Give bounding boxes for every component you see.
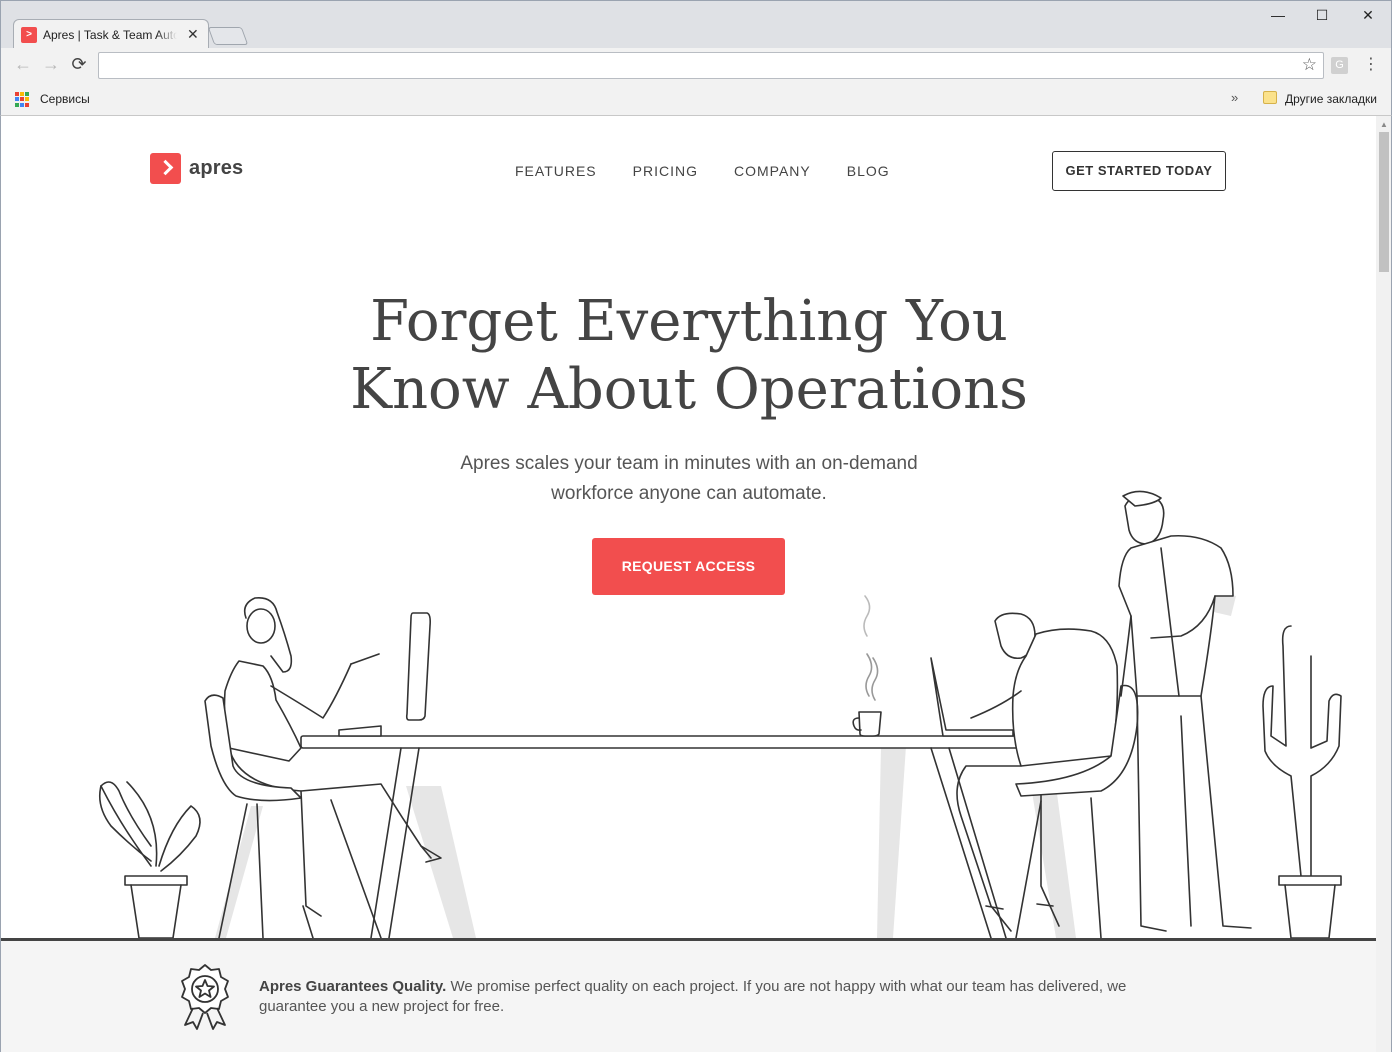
bookmarks-overflow-icon[interactable]: »: [1231, 90, 1238, 105]
address-bar[interactable]: ☆: [98, 52, 1324, 79]
page-scrollbar[interactable]: ▲: [1376, 116, 1392, 1052]
folder-icon: [1263, 91, 1277, 104]
bookmark-star-icon[interactable]: ☆: [1302, 55, 1317, 75]
browser-toolbar: ← → ⟳ ☆ G ⋮: [0, 48, 1392, 84]
site-logo[interactable]: apres: [150, 153, 243, 184]
browser-menu-icon[interactable]: ⋮: [1363, 54, 1379, 74]
quality-badge-icon: [181, 964, 229, 1030]
apps-grid-icon[interactable]: [15, 92, 30, 107]
nav-blog[interactable]: BLOG: [847, 163, 890, 179]
browser-titlebar: > Apres | Task & Team Automation ✕ — ☐ ✕: [0, 0, 1392, 49]
browser-tab-content[interactable]: > Apres | Task & Team Automation ✕: [21, 26, 201, 43]
nav-pricing[interactable]: PRICING: [633, 163, 698, 179]
scroll-thumb[interactable]: [1379, 132, 1389, 272]
minimize-icon[interactable]: —: [1255, 7, 1301, 23]
main-nav: FEATURES PRICING COMPANY BLOG: [515, 163, 890, 179]
apres-favicon-icon: >: [21, 26, 37, 43]
laptop-icon: [930, 657, 1014, 737]
apres-logo-icon: [150, 153, 181, 184]
hero-title: Forget Everything You Know About Operati…: [1, 288, 1376, 424]
hero-subtitle-line1: Apres scales your team in minutes with a…: [460, 453, 918, 474]
seated-man-figure: [956, 612, 1139, 939]
other-bookmarks[interactable]: Другие закладки: [1285, 92, 1377, 106]
window-close-icon[interactable]: ✕: [1345, 7, 1391, 24]
hero-title-line2: Know About Operations: [350, 357, 1028, 422]
potted-plant-icon: [98, 781, 201, 939]
back-arrow-icon[interactable]: ←: [11, 54, 35, 75]
reload-icon[interactable]: ⟳: [67, 54, 91, 75]
apps-bookmark[interactable]: Сервисы: [40, 92, 90, 106]
bookmarks-bar: Сервисы » Другие закладки: [0, 84, 1392, 116]
guarantee-title: Apres Guarantees Quality.: [259, 978, 447, 995]
office-illustration: [1, 490, 1376, 940]
extension-icon[interactable]: G: [1331, 57, 1348, 74]
guarantee-text: Apres Guarantees Quality. We promise per…: [259, 977, 1179, 1017]
guarantee-section: Apres Guarantees Quality. We promise per…: [1, 940, 1376, 1052]
maximize-icon[interactable]: ☐: [1299, 7, 1345, 24]
tab-close-icon[interactable]: ✕: [187, 26, 199, 43]
scroll-up-icon[interactable]: ▲: [1380, 120, 1388, 129]
coffee-cup-icon: [852, 595, 882, 737]
forward-arrow-icon[interactable]: →: [39, 54, 63, 75]
standing-man-figure: [1118, 490, 1252, 932]
logo-text: apres: [189, 157, 244, 179]
hero-title-line1: Forget Everything You: [370, 289, 1008, 354]
new-tab-button[interactable]: [207, 27, 249, 45]
get-started-button[interactable]: GET STARTED TODAY: [1052, 151, 1226, 191]
tab-title: Apres | Task & Team Automation: [43, 27, 177, 42]
nav-company[interactable]: COMPANY: [734, 163, 811, 179]
cactus-icon: [1262, 625, 1342, 939]
woman-figure: [204, 596, 442, 939]
monitor-icon: [338, 612, 431, 737]
page-viewport: apres FEATURES PRICING COMPANY BLOG GET …: [0, 116, 1376, 1052]
nav-features[interactable]: FEATURES: [515, 163, 597, 179]
